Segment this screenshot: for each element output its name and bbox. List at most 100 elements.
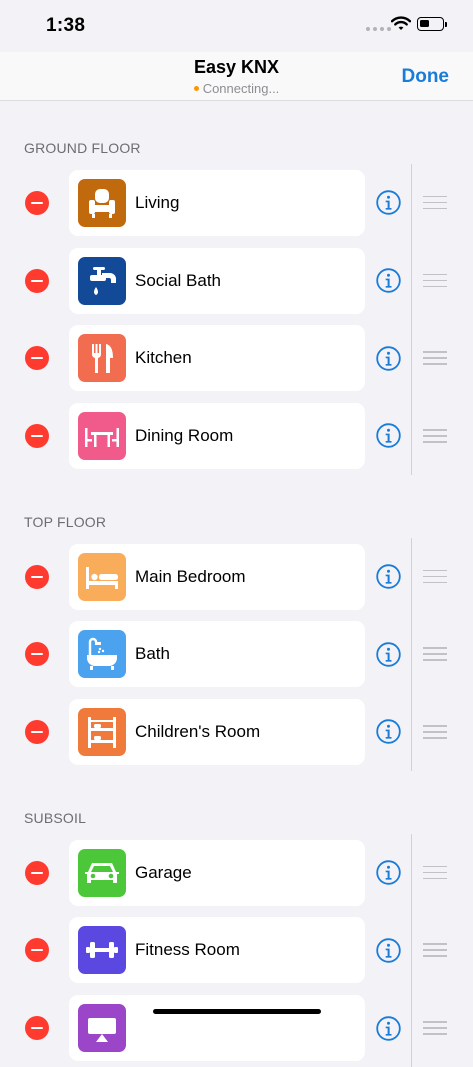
room-card[interactable]: Main Bedroom xyxy=(69,543,365,610)
room-row xyxy=(0,989,473,1067)
room-icon-tile xyxy=(78,926,126,975)
info-icon[interactable] xyxy=(376,190,401,216)
section-title: TOP FLOOR xyxy=(24,513,107,530)
connection-status-text: Connecting... xyxy=(202,81,280,96)
faucet-icon xyxy=(90,266,116,295)
delete-button[interactable] xyxy=(25,719,49,744)
room-label: Social Bath xyxy=(135,270,221,290)
reorder-handle-icon[interactable] xyxy=(423,865,447,880)
info-icon[interactable] xyxy=(376,642,401,667)
room-card[interactable] xyxy=(69,995,365,1062)
reorder-handle-icon[interactable] xyxy=(423,351,447,365)
room-label: Bath xyxy=(135,644,170,664)
car-icon xyxy=(85,862,119,883)
armchair-icon xyxy=(89,188,115,218)
info-icon[interactable] xyxy=(376,423,401,449)
room-icon-tile xyxy=(78,1004,126,1053)
delete-button[interactable] xyxy=(25,1016,49,1041)
section-title: SUBSOIL xyxy=(24,809,87,826)
navigation-bar: Easy KNX Connecting... Done xyxy=(0,52,473,101)
delete-button[interactable] xyxy=(25,423,49,448)
info-icon[interactable] xyxy=(376,938,401,963)
section-rows: Main Bedroom Bath Children's Room xyxy=(0,537,473,771)
room-label: Garage xyxy=(135,862,192,882)
reorder-handle-icon[interactable] xyxy=(423,195,447,210)
room-label: Living xyxy=(135,192,180,212)
room-label: Children's Room xyxy=(135,721,261,741)
room-icon-tile xyxy=(78,256,126,305)
section-top-floor: TOP FLOOR Main Bedroom Bath Children's Room xyxy=(0,475,473,771)
room-row: Children's Room xyxy=(0,693,473,771)
info-icon[interactable] xyxy=(376,860,401,885)
room-card[interactable]: Dining Room xyxy=(69,402,365,469)
bathtub-icon xyxy=(87,638,117,671)
done-button[interactable]: Done xyxy=(402,66,450,88)
section-header: TOP FLOOR xyxy=(0,475,473,538)
info-icon[interactable] xyxy=(376,346,401,371)
room-card[interactable]: Living xyxy=(69,169,365,236)
room-icon-tile xyxy=(78,848,126,897)
reorder-handle-icon[interactable] xyxy=(423,569,447,584)
room-row: Bath xyxy=(0,615,473,693)
cellular-signal-icon xyxy=(366,27,391,31)
room-card[interactable]: Children's Room xyxy=(69,698,365,765)
reorder-handle-icon[interactable] xyxy=(423,1021,447,1035)
delete-button[interactable] xyxy=(25,346,49,371)
status-dot-icon xyxy=(193,86,199,91)
delete-button[interactable] xyxy=(25,564,49,589)
delete-button[interactable] xyxy=(25,190,49,215)
section-header: GROUND FLOOR xyxy=(0,101,473,164)
room-row: Garage xyxy=(0,834,473,912)
battery-icon xyxy=(417,17,447,31)
reorder-handle-icon[interactable] xyxy=(423,273,447,288)
delete-button[interactable] xyxy=(25,642,49,667)
room-card[interactable]: Bath xyxy=(69,621,365,688)
wifi-icon xyxy=(391,16,411,30)
section-subsoil: SUBSOIL Garage Fitness Room xyxy=(0,771,473,1067)
room-row: Main Bedroom xyxy=(0,538,473,616)
room-card[interactable]: Garage xyxy=(69,839,365,906)
room-icon-tile xyxy=(78,334,126,383)
info-icon[interactable] xyxy=(376,564,401,589)
room-icon-tile xyxy=(78,178,126,227)
room-row: Fitness Room xyxy=(0,912,473,990)
room-list: GROUND FLOOR Living Social Bath Kitchen Dini… xyxy=(0,101,473,1067)
reorder-handle-icon[interactable] xyxy=(423,428,447,443)
section-ground-floor: GROUND FLOOR Living Social Bath Kitchen Dini… xyxy=(0,101,473,475)
room-card[interactable]: Kitchen xyxy=(69,325,365,392)
bed-icon xyxy=(86,566,118,589)
room-row: Social Bath xyxy=(0,242,473,320)
info-icon[interactable] xyxy=(376,719,401,745)
fork-knife-icon xyxy=(91,344,113,374)
room-icon-tile xyxy=(78,411,126,460)
delete-button[interactable] xyxy=(25,938,49,963)
section-title: GROUND FLOOR xyxy=(24,140,141,156)
delete-button[interactable] xyxy=(25,268,49,293)
clock: 1:38 xyxy=(46,15,86,36)
room-row: Dining Room xyxy=(0,397,473,475)
room-label: Fitness Room xyxy=(135,940,240,960)
reorder-handle-icon[interactable] xyxy=(423,943,447,957)
reorder-handle-icon[interactable] xyxy=(423,647,447,661)
info-icon[interactable] xyxy=(376,1015,401,1041)
room-icon-tile xyxy=(78,630,126,679)
info-icon[interactable] xyxy=(376,268,401,293)
cinema-icon xyxy=(88,1018,116,1043)
room-label: Kitchen xyxy=(135,348,192,368)
room-label: Main Bedroom xyxy=(135,566,246,586)
delete-button[interactable] xyxy=(25,860,49,885)
reorder-handle-icon[interactable] xyxy=(423,724,447,739)
room-icon-tile xyxy=(78,707,126,756)
dining-table-icon xyxy=(85,427,119,447)
status-bar: 1:38 xyxy=(0,0,473,52)
room-icon-tile xyxy=(78,552,126,601)
bunk-bed-icon xyxy=(88,716,116,748)
room-card[interactable]: Fitness Room xyxy=(69,917,365,984)
dumbbell-icon xyxy=(86,942,118,959)
room-row: Living xyxy=(0,164,473,242)
room-row: Kitchen xyxy=(0,319,473,397)
room-card[interactable]: Social Bath xyxy=(69,247,365,314)
section-rows: Living Social Bath Kitchen Dining Room xyxy=(0,164,473,475)
home-indicator[interactable] xyxy=(153,1009,321,1014)
section-header: SUBSOIL xyxy=(0,771,473,834)
